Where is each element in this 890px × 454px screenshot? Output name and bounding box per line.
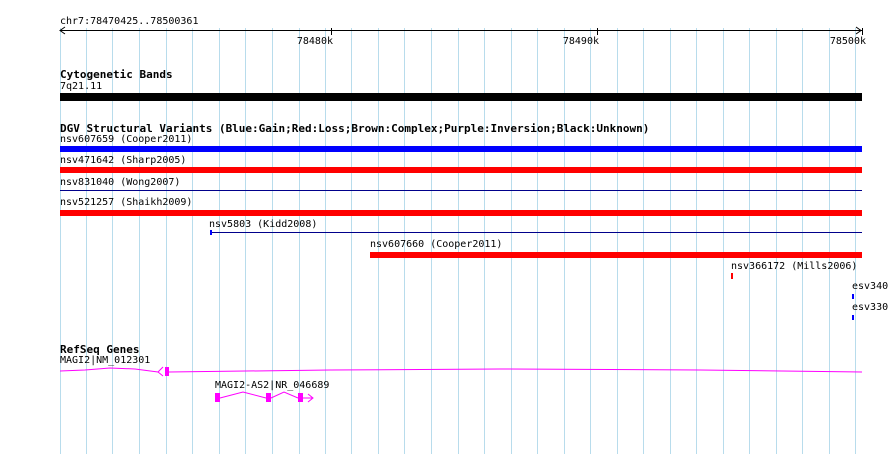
- gene-exon: [298, 393, 303, 402]
- gene-intron-line: [168, 368, 863, 373]
- gene-intron-line: [59, 367, 159, 373]
- gene-model-magi2-as2[interactable]: [215, 391, 314, 403]
- gene-exon: [165, 367, 169, 376]
- gene-intron-line: [219, 391, 267, 399]
- gene-model-magi2[interactable]: [59, 366, 863, 377]
- gene-label: MAGI2-AS2|NR_046689: [215, 380, 330, 391]
- gene-exon: [266, 393, 271, 402]
- genome-browser-panel: chr7:78470425..78500361 78480k 78490k 78…: [0, 0, 890, 454]
- gene-intron-line: [270, 391, 299, 399]
- gene-models: [59, 366, 863, 403]
- strand-arrow-icon: [157, 366, 164, 377]
- gene-exon: [215, 393, 220, 402]
